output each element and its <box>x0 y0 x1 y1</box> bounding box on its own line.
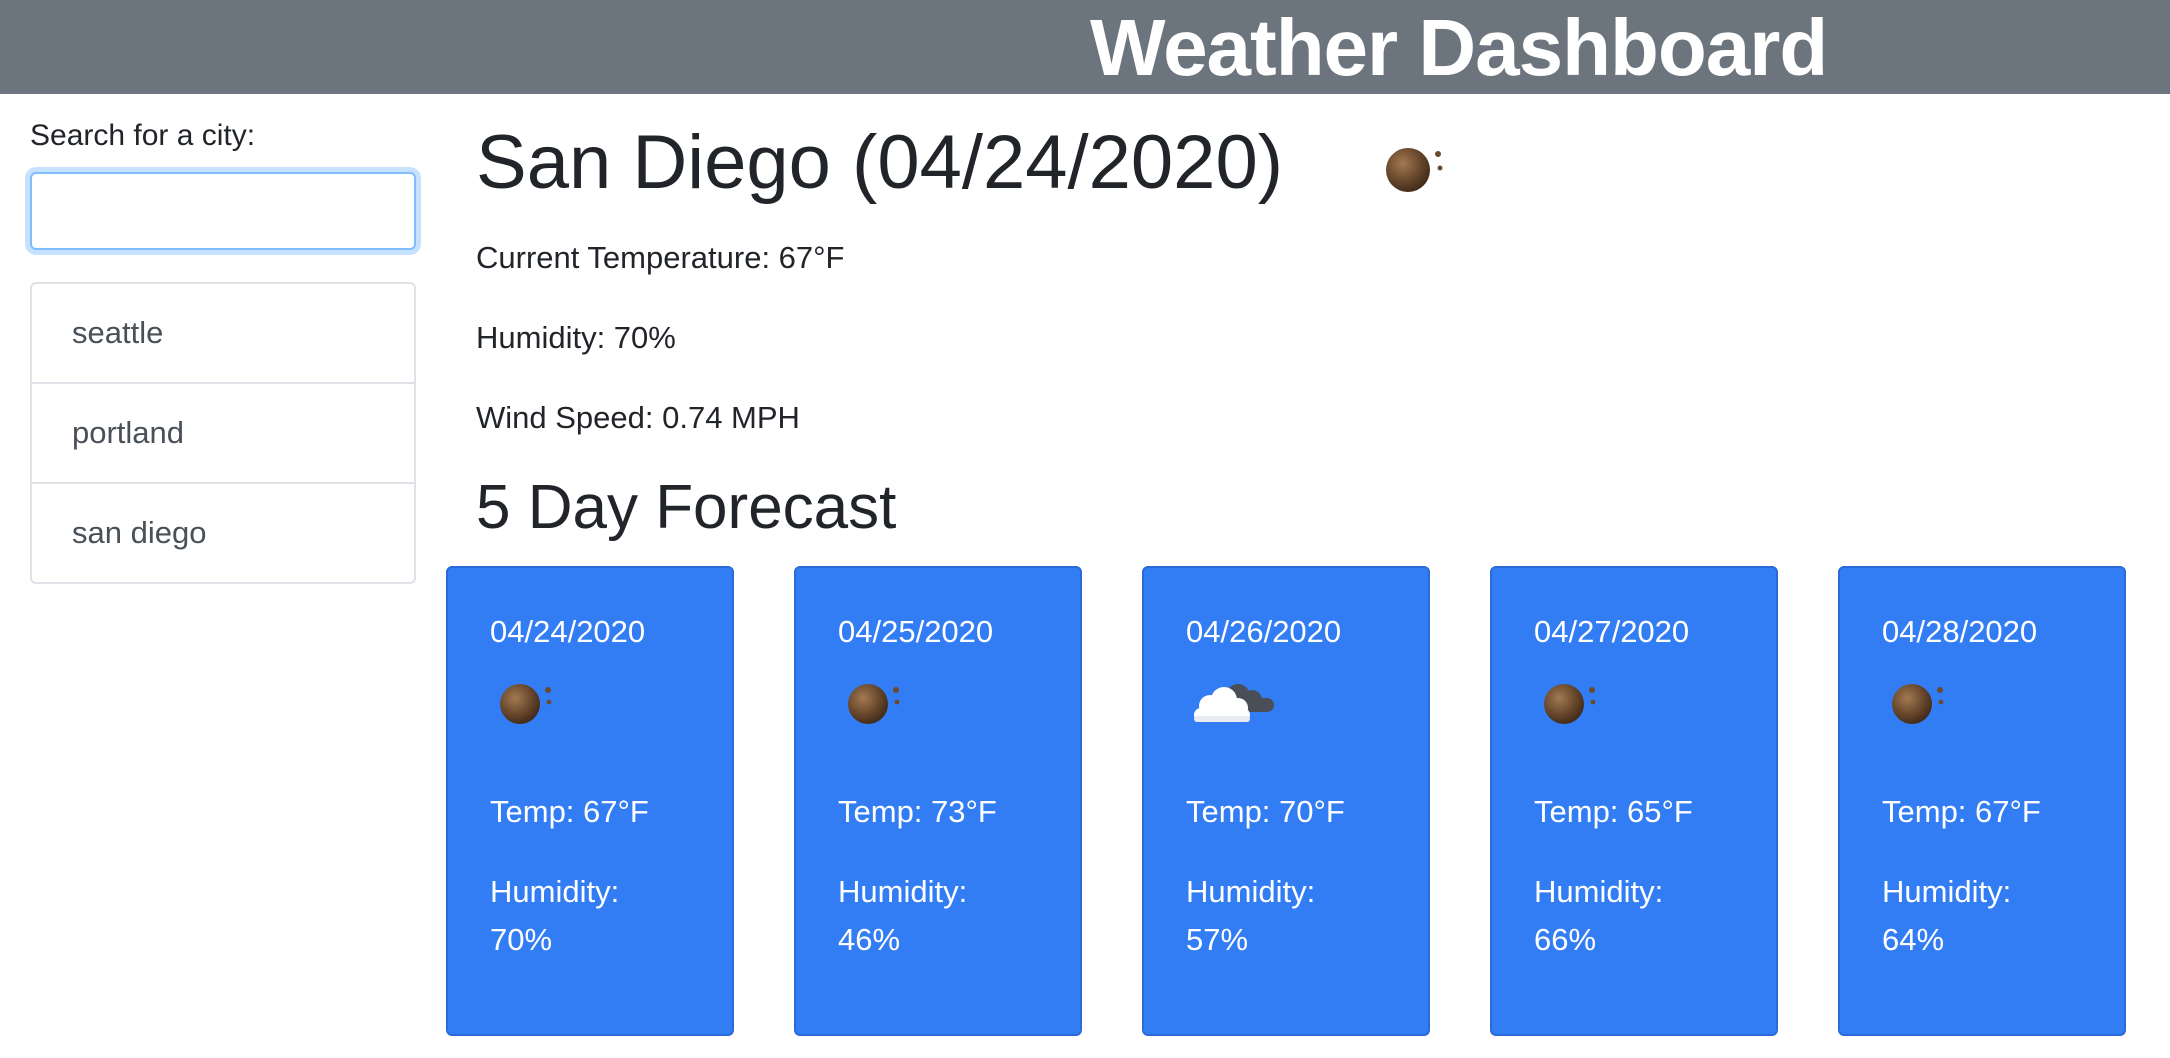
clear-night-moon-icon <box>1892 684 1944 724</box>
search-label: Search for a city: <box>30 119 256 152</box>
forecast-date: 04/24/2020 <box>490 614 646 649</box>
forecast-humidity-value: 46% <box>838 922 901 957</box>
forecast-temp: Temp: 67°F <box>490 794 649 829</box>
forecast-humidity-value: 66% <box>1534 922 1597 957</box>
clear-night-moon-icon <box>1544 684 1596 724</box>
city-title: San Diego (04/24/2020) <box>476 120 1284 205</box>
cloudy-night-icon <box>1194 684 1274 722</box>
clear-night-moon-icon <box>500 684 552 724</box>
search-history-list: seattle portland san diego <box>30 282 416 584</box>
forecast-temp: Temp: 65°F <box>1534 794 1693 829</box>
forecast-card: 04/25/2020 Temp: 73°F Humidity: 46% <box>794 566 1082 1036</box>
forecast-temp: Temp: 70°F <box>1186 794 1345 829</box>
clear-night-moon-icon <box>848 684 900 724</box>
forecast-humidity-label: Humidity: <box>1186 874 1316 909</box>
forecast-temp: Temp: 67°F <box>1882 794 2041 829</box>
forecast-humidity-value: 57% <box>1186 922 1249 957</box>
forecast-humidity-value: 64% <box>1882 922 1945 957</box>
forecast-date: 04/26/2020 <box>1186 614 1342 649</box>
forecast-card: 04/28/2020 Temp: 67°F Humidity: 64% <box>1838 566 2126 1036</box>
forecast-card: 04/26/2020 Temp: 70°F Humidity: 57% <box>1142 566 1430 1036</box>
forecast-date: 04/27/2020 <box>1534 614 1690 649</box>
city-search-input[interactable] <box>30 172 416 250</box>
history-item-portland[interactable]: portland <box>32 384 414 484</box>
page-header: Weather Dashboard <box>0 0 2170 94</box>
current-humidity: Humidity: 70% <box>476 320 676 355</box>
forecast-temp: Temp: 73°F <box>838 794 997 829</box>
current-wind-speed: Wind Speed: 0.74 MPH <box>476 400 800 435</box>
forecast-humidity-label: Humidity: <box>490 874 620 909</box>
page-title: Weather Dashboard <box>1090 3 1828 92</box>
history-item-san-diego[interactable]: san diego <box>32 484 414 582</box>
current-temperature: Current Temperature: 67°F <box>476 240 845 275</box>
forecast-card: 04/27/2020 Temp: 65°F Humidity: 66% <box>1490 566 1778 1036</box>
clear-night-moon-icon <box>1386 148 1443 192</box>
forecast-humidity-label: Humidity: <box>838 874 968 909</box>
forecast-card: 04/24/2020 Temp: 67°F Humidity: 70% <box>446 566 734 1036</box>
forecast-humidity-label: Humidity: <box>1534 874 1664 909</box>
forecast-date: 04/25/2020 <box>838 614 994 649</box>
forecast-humidity-label: Humidity: <box>1882 874 2012 909</box>
forecast-humidity-value: 70% <box>490 922 553 957</box>
forecast-heading: 5 Day Forecast <box>476 473 897 542</box>
forecast-date: 04/28/2020 <box>1882 614 2038 649</box>
history-item-seattle[interactable]: seattle <box>32 284 414 384</box>
